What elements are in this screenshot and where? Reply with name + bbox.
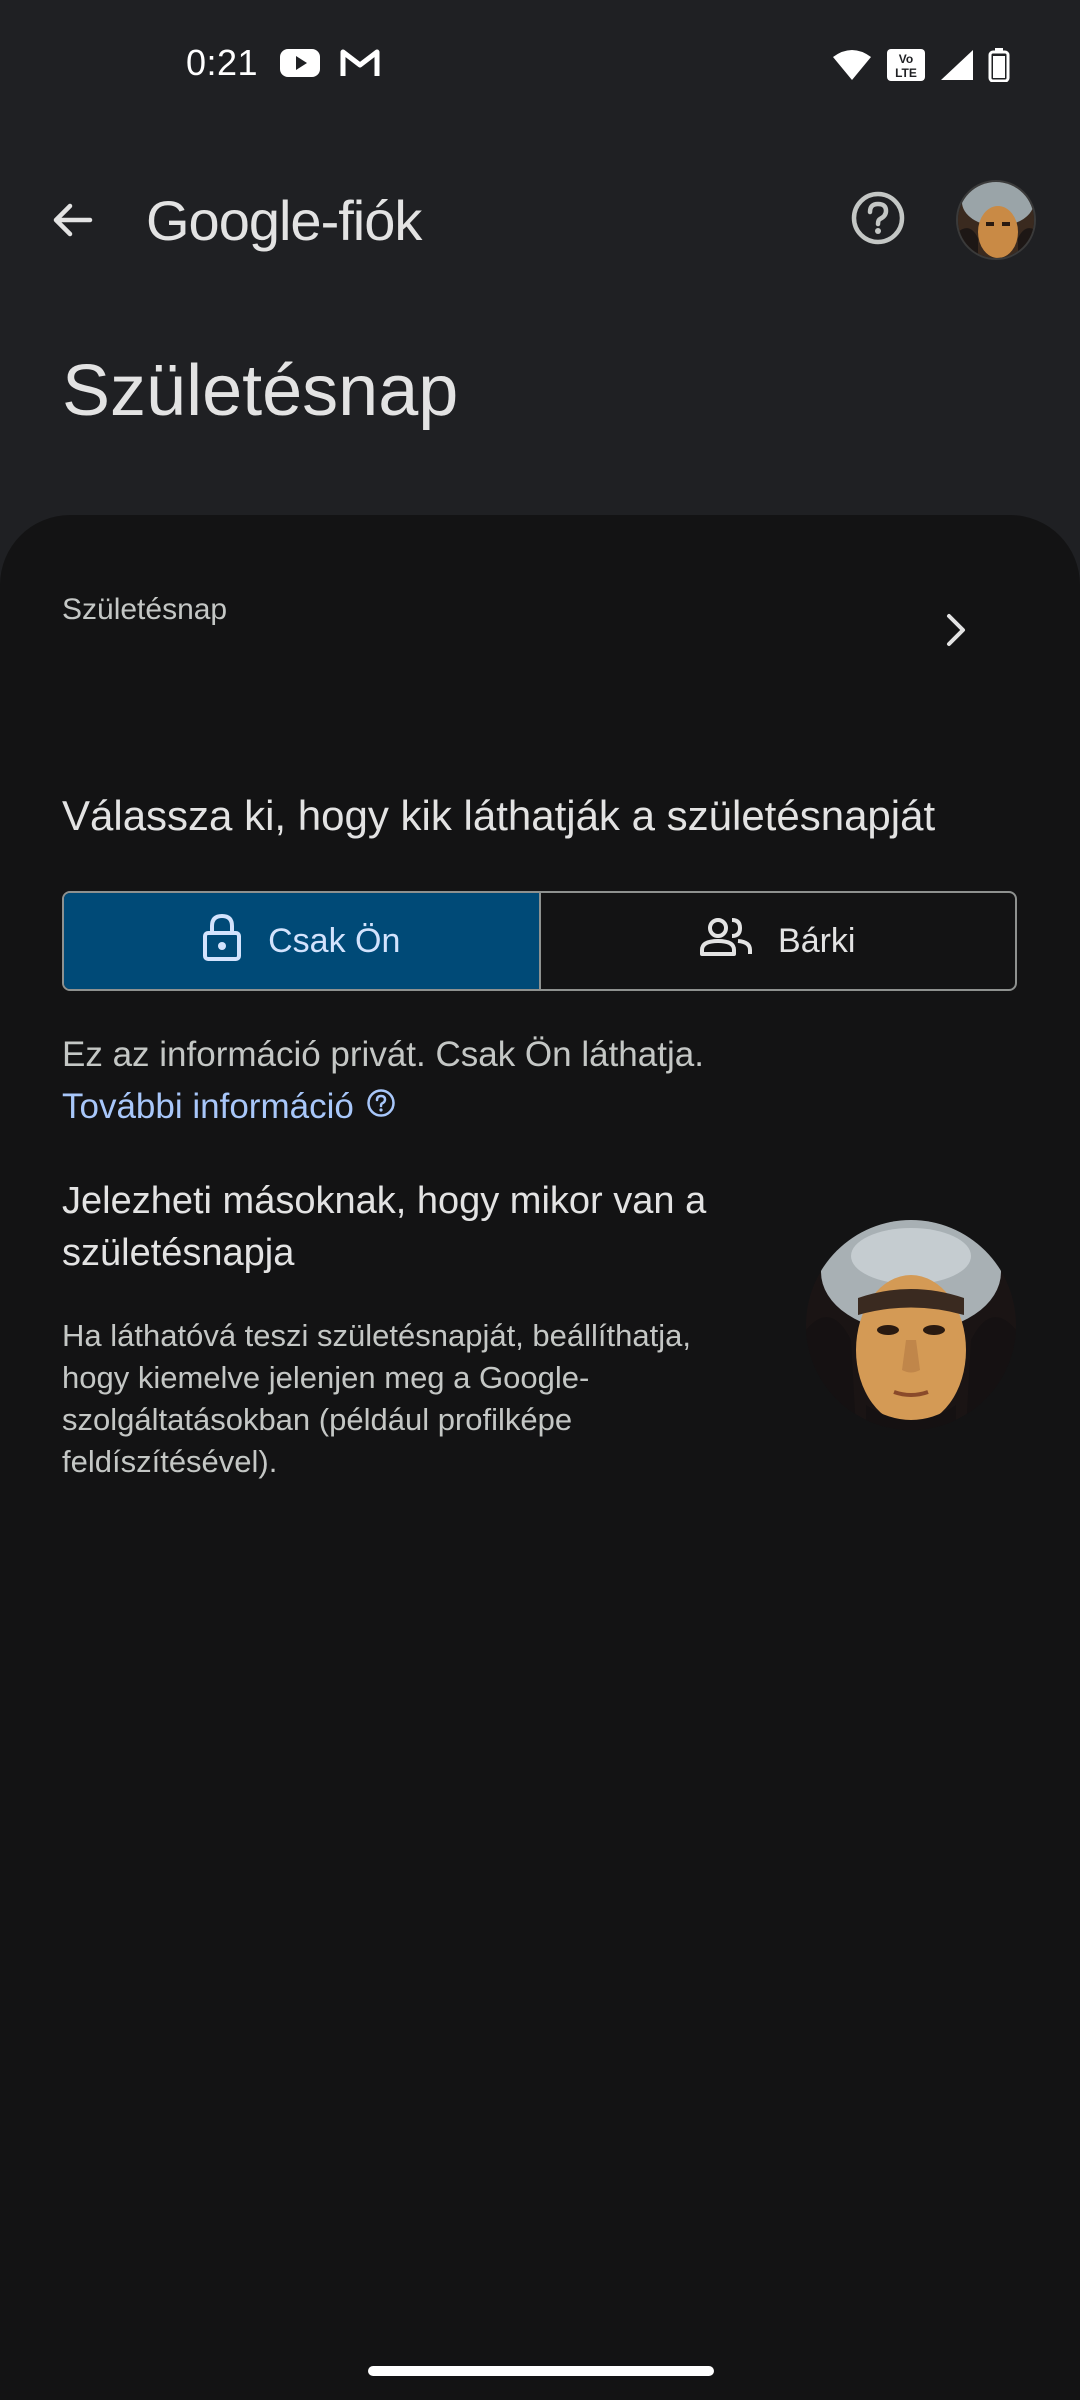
volte-icon: Vo LTE bbox=[886, 48, 926, 87]
share-heading: Jelezheti másoknak, hogy mikor van a szü… bbox=[62, 1180, 707, 1274]
profile-photo bbox=[806, 1220, 1016, 1430]
option-only-you-label: Csak Ön bbox=[268, 921, 401, 960]
chevron-right-icon bbox=[930, 605, 980, 655]
system-icons: Vo LTE bbox=[832, 48, 1010, 87]
status-time: 0:21 bbox=[186, 42, 259, 83]
home-indicator[interactable] bbox=[368, 2366, 714, 2376]
signal-icon bbox=[940, 49, 974, 86]
back-arrow-icon bbox=[48, 196, 96, 249]
people-icon bbox=[700, 917, 753, 966]
brand-google: Google bbox=[146, 189, 322, 252]
status-bar: 0:21 Vo LTE bbox=[0, 0, 1080, 130]
help-circle-icon bbox=[366, 1087, 396, 1127]
gmail-icon bbox=[340, 48, 380, 83]
app-bar: Google-fiók bbox=[0, 170, 1080, 270]
privacy-text: Ez az információ privát. Csak Ön láthatj… bbox=[62, 1035, 704, 1074]
account-avatar[interactable] bbox=[956, 180, 1036, 260]
brand-suffix: -fiók bbox=[320, 189, 423, 252]
back-button[interactable] bbox=[40, 190, 104, 254]
svg-text:Vo: Vo bbox=[899, 52, 913, 66]
more-info-label: További információ bbox=[62, 1087, 354, 1126]
svg-text:LTE: LTE bbox=[895, 66, 917, 80]
lock-icon bbox=[202, 913, 242, 970]
share-body: Ha láthatóvá teszi születésnapját, beáll… bbox=[62, 1318, 691, 1479]
help-icon bbox=[850, 190, 906, 251]
help-button[interactable] bbox=[846, 188, 910, 252]
screen: 0:21 Vo LTE Google-fiók Születésnap Szül… bbox=[0, 0, 1080, 2400]
visibility-heading: Válassza ki, hogy kik láthatják a szület… bbox=[62, 792, 936, 839]
option-only-you[interactable]: Csak Ön bbox=[64, 893, 539, 989]
more-info-link[interactable]: További információ bbox=[62, 1087, 396, 1127]
page-title: Születésnap bbox=[62, 351, 459, 431]
visibility-toggle: Csak Ön Bárki bbox=[62, 891, 1017, 991]
content-card: Születésnap Válassza ki, hogy kik láthat… bbox=[0, 515, 1080, 2400]
notification-icons bbox=[280, 48, 380, 83]
birthday-row-label: Születésnap bbox=[62, 593, 228, 626]
wifi-icon bbox=[832, 49, 872, 86]
youtube-icon bbox=[280, 48, 320, 83]
option-anyone-label: Bárki bbox=[778, 921, 856, 960]
battery-icon bbox=[988, 48, 1010, 87]
google-account-logo: Google-fiók bbox=[146, 188, 423, 253]
option-anyone[interactable]: Bárki bbox=[538, 893, 1016, 989]
